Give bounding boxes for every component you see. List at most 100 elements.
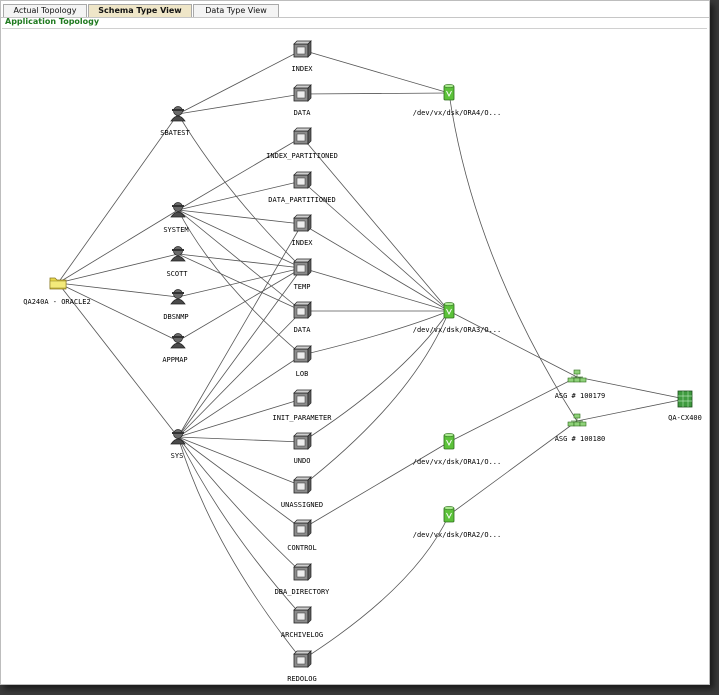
node-t_lob[interactable]: LOB (293, 345, 312, 378)
tablespace-icon (293, 476, 312, 494)
node-label: QA240A - ORACLE2 (23, 298, 90, 306)
node-t_data2[interactable]: DATA (293, 301, 312, 334)
node-label: ASG # 100179 (555, 392, 606, 400)
tablespace-icon (293, 563, 312, 581)
edge-root-scott (57, 253, 179, 284)
node-label: UNDO (294, 457, 311, 465)
edge-v_ora3-asg179 (448, 310, 578, 378)
edge-v_ora1-asg179 (448, 376, 578, 443)
node-label: SCOTT (166, 270, 188, 278)
tablespace-icon (293, 519, 312, 537)
node-t_unass[interactable]: UNASSIGNED (281, 476, 323, 509)
node-t_arch[interactable]: ARCHIVELOG (281, 606, 323, 639)
node-t_index1[interactable]: INDEX (291, 40, 313, 73)
node-system[interactable]: SYSTEM (163, 202, 189, 235)
tablespace-icon (293, 606, 312, 624)
tablespace-icon (293, 258, 312, 276)
edge-root-dbsnmp (57, 282, 179, 298)
folder-icon (49, 277, 67, 290)
tablespace-icon (293, 650, 312, 668)
edge-layer (57, 49, 686, 661)
tablespace-icon (293, 84, 312, 102)
node-label: ASG # 100180 (555, 435, 606, 443)
edge-t_index2-v_ora3 (301, 223, 450, 312)
edge-sbatest-t_temp (177, 113, 303, 269)
node-label: ARCHIVELOG (281, 631, 323, 639)
edge-root-appmap (57, 282, 179, 342)
edge-t_index1-v_ora4 (301, 49, 450, 94)
node-root[interactable]: QA240A - ORACLE2 (23, 277, 91, 306)
user-icon (170, 106, 186, 122)
tab-data-type-view[interactable]: Data Type View (193, 4, 279, 17)
node-dbsnmp[interactable]: DBSNMP (163, 289, 189, 322)
node-layer: QA240A - ORACLE2 SBATEST SYSTEM SCOTT DB… (23, 40, 702, 683)
edge-dbsnmp-t_temp (177, 267, 303, 298)
node-label: DBSNMP (163, 313, 188, 321)
node-label: TEMP (294, 283, 311, 291)
node-t_temp[interactable]: TEMP (293, 258, 312, 291)
node-sbatest[interactable]: SBATEST (160, 106, 191, 138)
volume-icon (443, 302, 455, 319)
node-label: INIT_PARAMETER (272, 414, 332, 422)
node-label: UNASSIGNED (281, 501, 323, 509)
storage-array-icon (677, 390, 693, 408)
node-v_ora4[interactable]: /dev/vx/dsk/ORA4/O... (413, 84, 502, 117)
node-label: QA-CX400 (668, 414, 702, 422)
node-t_redo[interactable]: REDOLOG (287, 650, 317, 683)
edge-t_control-v_ora1 (301, 441, 450, 530)
edge-v_ora4-asg180 (448, 92, 578, 422)
user-icon (170, 202, 186, 218)
node-scott[interactable]: SCOTT (166, 246, 188, 279)
volume-icon (443, 84, 455, 101)
node-label: DATA_PARTITIONED (268, 196, 335, 204)
node-t_undo[interactable]: UNDO (293, 432, 312, 465)
node-label: INDEX (291, 239, 313, 247)
node-label: DATA (294, 109, 312, 117)
node-label: DATA (294, 326, 312, 334)
node-t_data1[interactable]: DATA (293, 84, 312, 117)
volume-icon (443, 433, 455, 450)
tablespace-icon (293, 171, 312, 189)
node-t_datap[interactable]: DATA_PARTITIONED (268, 171, 336, 204)
node-asg180[interactable]: ASG # 100180 (555, 413, 606, 443)
node-label: CONTROL (287, 544, 317, 552)
node-label: /dev/vx/dsk/ORA4/O... (413, 109, 502, 117)
tablespace-icon (293, 40, 312, 58)
node-label: SBATEST (160, 129, 190, 137)
node-t_dbadir[interactable]: DBA_DIRECTORY (275, 563, 331, 596)
edge-sys-t_unass (177, 436, 303, 487)
node-label: INDEX_PARTITIONED (266, 152, 338, 160)
storage-group-icon (567, 369, 587, 383)
user-icon (170, 246, 186, 262)
tablespace-icon (293, 301, 312, 319)
volume-icon (443, 506, 455, 523)
tab-actual-topology[interactable]: Actual Topology (3, 4, 87, 17)
edge-root-system (57, 209, 179, 284)
tablespace-icon (293, 214, 312, 232)
node-t_control[interactable]: CONTROL (287, 519, 317, 552)
application-window: Actual Topology Schema Type View Data Ty… (0, 0, 710, 685)
edge-system-t_temp (177, 209, 303, 269)
node-label: /dev/vx/dsk/ORA2/O... (413, 531, 502, 539)
node-v_ora3[interactable]: /dev/vx/dsk/ORA3/O... (413, 302, 502, 334)
edge-t_data1-v_ora4 (301, 92, 450, 95)
node-appmap[interactable]: APPMAP (162, 333, 188, 365)
node-label: REDOLOG (287, 675, 317, 683)
node-t_index2[interactable]: INDEX (291, 214, 313, 247)
node-label: DBA_DIRECTORY (275, 588, 331, 596)
node-asg179[interactable]: ASG # 100179 (555, 369, 606, 400)
edge-root-sbatest (57, 113, 179, 284)
node-t_init[interactable]: INIT_PARAMETER (272, 389, 332, 422)
node-label: APPMAP (162, 356, 187, 364)
node-t_indexp[interactable]: INDEX_PARTITIONED (266, 127, 338, 160)
page-title: Application Topology (5, 17, 100, 26)
node-label: /dev/vx/dsk/ORA1/O... (413, 458, 502, 466)
node-v_ora2[interactable]: /dev/vx/dsk/ORA2/O... (413, 506, 502, 539)
tab-schema-type-view[interactable]: Schema Type View (88, 4, 192, 17)
node-label: SYS (171, 452, 184, 460)
tab-bar: Actual Topology Schema Type View Data Ty… (1, 1, 709, 18)
tablespace-icon (293, 432, 312, 450)
edge-sys-t_temp (177, 267, 303, 438)
user-icon (170, 333, 186, 349)
node-array[interactable]: QA-CX400 (668, 390, 702, 422)
